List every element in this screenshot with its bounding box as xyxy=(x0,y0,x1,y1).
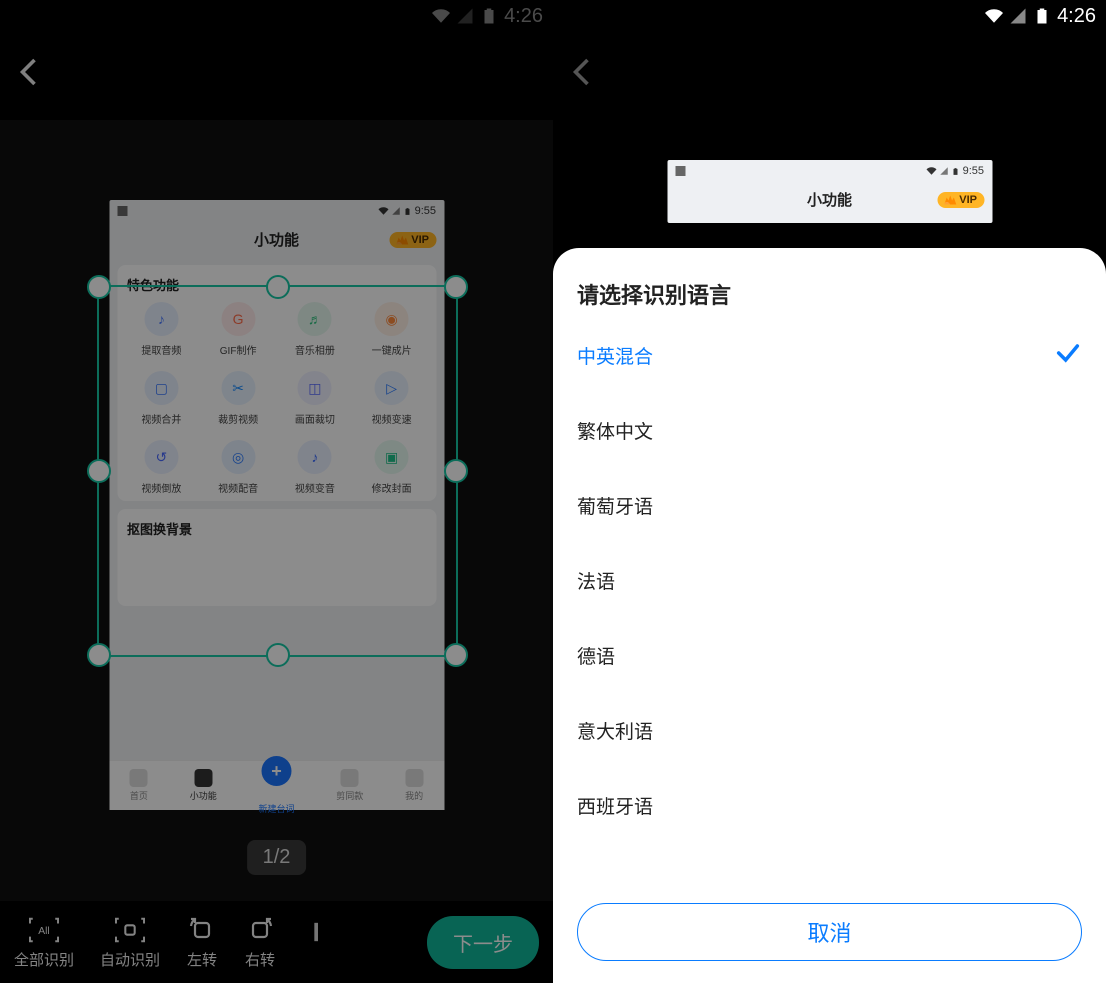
left-screen: 4:26 9:55 小功能 VIP 特色功能 ♪提取音频GGIF制作♬ xyxy=(0,0,553,983)
language-sheet: 请选择识别语言 中英混合繁体中文葡萄牙语法语德语意大利语西班牙语 取消 xyxy=(553,248,1106,983)
back-icon[interactable] xyxy=(565,54,601,90)
signal-icon xyxy=(1009,7,1027,25)
language-option[interactable]: 西班牙语 xyxy=(577,768,1082,843)
dim-overlay xyxy=(0,0,553,983)
language-option[interactable]: 中英混合 xyxy=(577,318,1082,393)
language-label: 德语 xyxy=(577,642,615,669)
inner-sim-icon xyxy=(675,166,685,176)
language-list: 中英混合繁体中文葡萄牙语法语德语意大利语西班牙语 xyxy=(577,318,1082,893)
language-option[interactable]: 德语 xyxy=(577,618,1082,693)
language-label: 意大利语 xyxy=(577,717,653,744)
language-label: 法语 xyxy=(577,567,615,594)
crown-icon xyxy=(944,195,956,205)
sheet-title: 请选择识别语言 xyxy=(577,278,1082,310)
vip-badge: VIP xyxy=(937,192,984,208)
language-option[interactable]: 意大利语 xyxy=(577,693,1082,768)
check-icon xyxy=(1054,339,1082,373)
language-label: 繁体中文 xyxy=(577,417,653,444)
status-bar: 4:26 xyxy=(553,0,1106,32)
battery-icon xyxy=(1033,7,1051,25)
status-time: 4:26 xyxy=(1057,5,1096,28)
right-screen: 4:26 9:55 小功能 VIP 请选择识别语言 中英混合繁体中文葡萄牙语法语… xyxy=(553,0,1106,983)
signal-icon xyxy=(940,166,949,176)
cancel-button[interactable]: 取消 xyxy=(577,903,1082,961)
language-label: 西班牙语 xyxy=(577,792,653,819)
wifi-icon xyxy=(985,7,1003,25)
language-option[interactable]: 法语 xyxy=(577,543,1082,618)
inner-title-row: 小功能 VIP xyxy=(667,182,992,217)
crop-target-image: 9:55 小功能 VIP xyxy=(667,160,992,223)
language-option[interactable]: 葡萄牙语 xyxy=(577,468,1082,543)
battery-icon xyxy=(952,166,960,177)
language-label: 葡萄牙语 xyxy=(577,492,653,519)
inner-page-title: 小功能 xyxy=(807,189,852,210)
language-label: 中英混合 xyxy=(577,342,653,369)
app-bar xyxy=(553,32,1106,112)
inner-status-time: 9:55 xyxy=(963,165,984,177)
inner-status-bar: 9:55 xyxy=(667,160,992,182)
wifi-icon xyxy=(927,166,937,176)
language-option[interactable]: 繁体中文 xyxy=(577,393,1082,468)
